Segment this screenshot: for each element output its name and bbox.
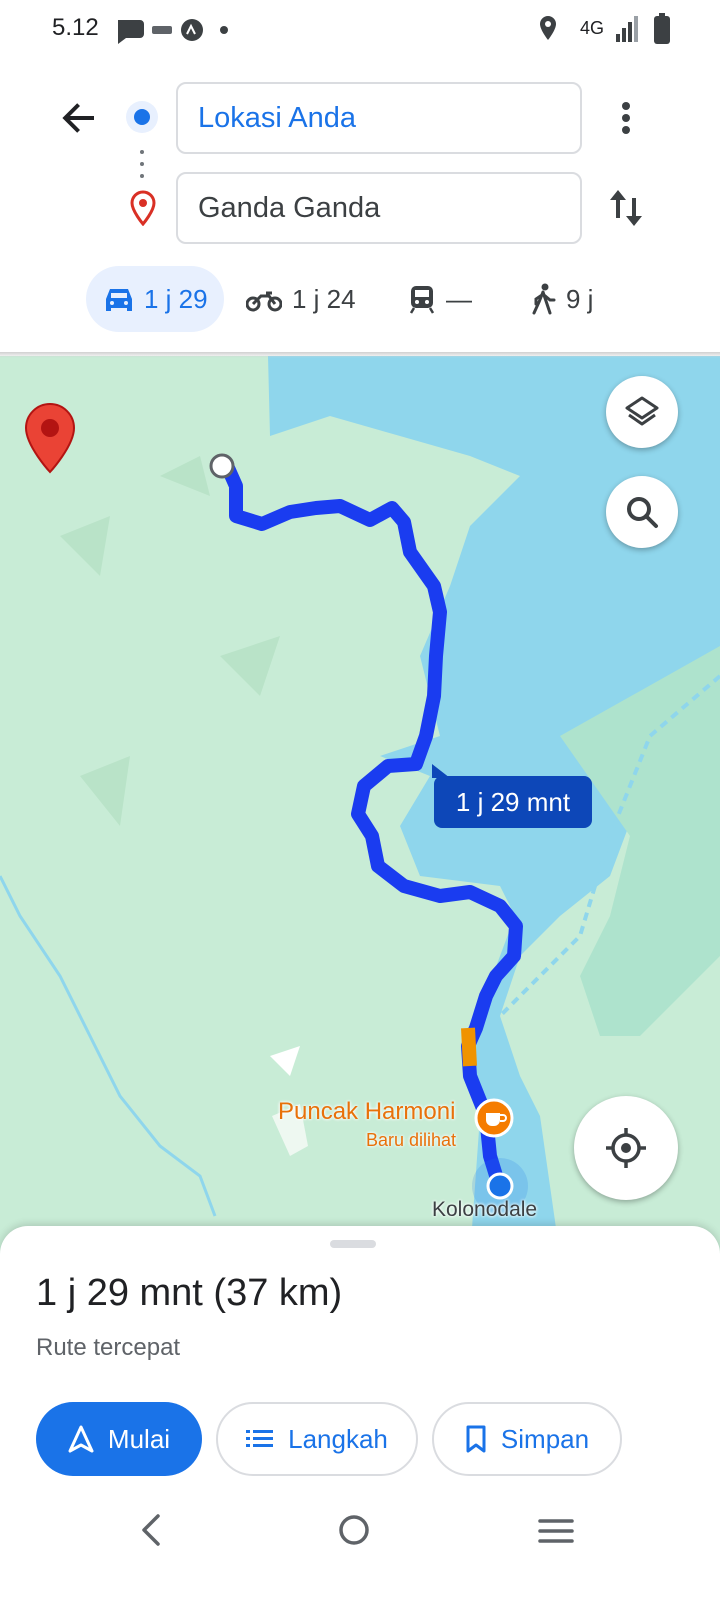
mode-transit-time: — bbox=[446, 283, 472, 314]
route-note: Rute tercepat bbox=[36, 1334, 181, 1361]
mode-walk[interactable]: 9 j bbox=[530, 266, 593, 332]
layers-icon bbox=[625, 396, 659, 426]
destination-field[interactable]: Ganda Ganda bbox=[176, 172, 582, 244]
mode-car[interactable]: 1 j 29 bbox=[86, 266, 224, 332]
search-icon bbox=[627, 497, 658, 528]
trip-summary: 1 j 29 mnt (37 km) bbox=[36, 1272, 343, 1314]
mode-walk-time: 9 j bbox=[566, 283, 594, 314]
status-bar: 5.12 4G bbox=[0, 0, 720, 60]
back-arrow-icon[interactable] bbox=[56, 94, 104, 142]
network-type: 4G bbox=[580, 18, 605, 38]
mode-motorcycle[interactable]: 1 j 24 bbox=[246, 266, 356, 332]
mode-motorcycle-time: 1 j 24 bbox=[292, 283, 356, 314]
train-icon bbox=[409, 286, 435, 314]
my-location-button[interactable] bbox=[574, 1096, 678, 1200]
poi-subtitle: Baru dilihat bbox=[366, 1130, 457, 1150]
status-time: 5.12 bbox=[52, 14, 99, 41]
motorcycle-icon bbox=[246, 291, 282, 312]
destination-marker[interactable] bbox=[24, 402, 76, 474]
mode-car-time: 1 j 29 bbox=[144, 283, 208, 314]
search-along-route-button[interactable] bbox=[606, 476, 678, 548]
header-divider bbox=[0, 352, 720, 358]
bookmark-icon bbox=[466, 1425, 486, 1453]
origin-dot-icon bbox=[126, 101, 158, 133]
route-start-marker bbox=[209, 453, 235, 479]
save-button-label: Simpan bbox=[500, 1423, 590, 1454]
list-icon bbox=[246, 1430, 274, 1447]
layers-button[interactable] bbox=[606, 376, 678, 448]
origin-field[interactable]: Lokasi Anda bbox=[176, 82, 582, 154]
drag-handle[interactable] bbox=[330, 1240, 376, 1248]
walking-icon bbox=[532, 283, 556, 315]
start-button[interactable]: Mulai bbox=[36, 1402, 202, 1476]
mode-transit[interactable]: — bbox=[408, 266, 472, 332]
route-duration-label[interactable]: 1 j 29 mnt bbox=[432, 764, 592, 828]
travel-modes: 1 j 29 1 j 24 — 9 j bbox=[86, 266, 646, 332]
route-connector bbox=[140, 150, 144, 186]
steps-button-label: Langkah bbox=[288, 1423, 388, 1454]
system-nav-bar bbox=[0, 1496, 720, 1600]
map-view[interactable]: 1 j 29 mnt Puncak Harmoni Baru dilihat K… bbox=[0, 356, 720, 1256]
save-button[interactable]: Simpan bbox=[432, 1402, 622, 1476]
car-icon bbox=[106, 289, 132, 311]
nav-back-icon[interactable] bbox=[134, 1510, 170, 1550]
start-button-label: Mulai bbox=[107, 1423, 171, 1454]
current-location-dot bbox=[486, 1172, 514, 1200]
more-options-icon[interactable] bbox=[606, 94, 646, 142]
poi-name[interactable]: Puncak Harmoni bbox=[278, 1098, 455, 1126]
cafe-marker-icon[interactable] bbox=[474, 1098, 514, 1142]
system-status-icons bbox=[540, 13, 670, 44]
crosshair-icon bbox=[606, 1128, 646, 1168]
navigation-arrow-icon bbox=[68, 1425, 94, 1453]
nav-home-icon[interactable] bbox=[336, 1510, 372, 1550]
swap-icon[interactable] bbox=[604, 182, 648, 234]
notification-icons bbox=[118, 19, 228, 44]
destination-pin-icon bbox=[130, 190, 156, 226]
nav-recents-icon[interactable] bbox=[538, 1514, 574, 1548]
steps-button[interactable]: Langkah bbox=[216, 1402, 418, 1476]
town-label: Kolonodale bbox=[432, 1198, 538, 1221]
directions-header: Lokasi Anda Ganda Ganda 1 j 29 1 j 24 — … bbox=[0, 60, 720, 360]
